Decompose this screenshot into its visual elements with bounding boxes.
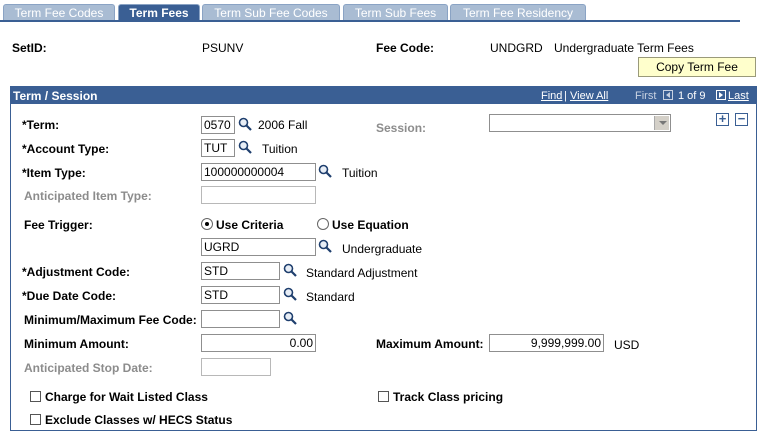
currency-code: USD — [614, 338, 640, 352]
item-type-description: Tuition — [342, 166, 378, 180]
adjustment-code-label: *Adjustment Code: — [22, 265, 130, 279]
use-equation-radio[interactable] — [317, 218, 329, 230]
copy-term-fee-button[interactable]: Copy Term Fee — [638, 57, 756, 77]
exclude-hecs-checkbox[interactable] — [30, 414, 41, 425]
term-session-panel: Term / Session Find | View All First 1 o… — [10, 86, 757, 431]
use-criteria-label: Use Criteria — [216, 218, 284, 232]
adjustment-code-lookup-icon[interactable] — [283, 263, 297, 277]
due-date-code-label: *Due Date Code: — [22, 289, 117, 303]
account-type-lookup-icon[interactable] — [238, 140, 252, 154]
setid-label: SetID: — [12, 41, 47, 55]
adjustment-code-input[interactable]: STD — [201, 262, 280, 280]
next-arrow-icon[interactable] — [716, 90, 726, 100]
adjustment-code-description: Standard Adjustment — [306, 266, 418, 280]
anticipated-item-type-input[interactable] — [201, 186, 316, 204]
chevron-down-icon[interactable] — [654, 116, 669, 130]
minmax-fee-code-label: Minimum/Maximum Fee Code: — [24, 313, 197, 327]
tab-term-fee-codes[interactable]: Term Fee Codes — [3, 4, 115, 21]
anticipated-stop-date-input[interactable] — [201, 358, 271, 376]
find-link[interactable]: Find — [541, 90, 562, 102]
session-select[interactable] — [489, 114, 671, 132]
maximum-amount-label: Maximum Amount: — [376, 337, 484, 351]
minimum-amount-label: Minimum Amount: — [24, 337, 129, 351]
anticipated-item-type-label: Anticipated Item Type: — [24, 189, 152, 203]
fee-trigger-label: Fee Trigger: — [24, 218, 93, 232]
first-label: First — [635, 90, 657, 102]
due-date-code-description: Standard — [306, 290, 355, 304]
term-description: 2006 Fall — [258, 118, 308, 132]
panel-header: Term / Session Find | View All First 1 o… — [11, 87, 756, 104]
account-type-input[interactable]: TUT — [201, 139, 235, 157]
fee-code-label: Fee Code: — [376, 41, 435, 55]
session-label: Session: — [376, 121, 427, 135]
charge-wait-listed-checkbox[interactable] — [30, 391, 41, 402]
fee-code-value: UNDGRD — [490, 41, 543, 55]
fee-code-description: Undergraduate Term Fees — [554, 41, 694, 55]
charge-wait-listed-label: Charge for Wait Listed Class — [45, 390, 208, 404]
panel-title: Term / Session — [13, 89, 98, 103]
track-class-pricing-label: Track Class pricing — [393, 390, 504, 404]
item-type-label: *Item Type: — [22, 166, 86, 180]
use-equation-label: Use Equation — [332, 218, 409, 232]
term-lookup-icon[interactable] — [238, 117, 252, 131]
maximum-amount-input[interactable]: 9,999,999.00 — [489, 334, 604, 352]
item-type-lookup-icon[interactable] — [318, 164, 332, 178]
term-input[interactable]: 0570 — [201, 116, 235, 134]
tab-term-fee-residency[interactable]: Term Fee Residency — [450, 4, 586, 21]
minmax-fee-code-lookup-icon[interactable] — [283, 311, 297, 325]
tab-term-sub-fees[interactable]: Term Sub Fees — [343, 4, 448, 21]
tab-term-sub-fee-codes[interactable]: Term Sub Fee Codes — [202, 4, 340, 21]
minimum-amount-input[interactable]: 0.00 — [201, 334, 316, 352]
term-label: *Term: — [22, 118, 60, 132]
criteria-lookup-icon[interactable] — [318, 239, 332, 253]
row-position: 1 of 9 — [678, 90, 706, 102]
due-date-code-input[interactable]: STD — [201, 286, 280, 304]
item-type-input[interactable]: 100000000004 — [201, 163, 316, 181]
anticipated-stop-date-label: Anticipated Stop Date: — [24, 361, 153, 375]
account-type-label: *Account Type: — [22, 142, 110, 156]
prev-arrow-icon[interactable] — [663, 90, 673, 100]
setid-value: PSUNV — [202, 41, 244, 55]
use-criteria-radio[interactable] — [201, 218, 213, 230]
tab-bar-divider — [0, 20, 740, 22]
delete-row-button[interactable]: − — [735, 112, 748, 126]
nav-separator: | — [564, 90, 567, 102]
track-class-pricing-checkbox[interactable] — [378, 391, 389, 402]
minmax-fee-code-input[interactable] — [201, 310, 280, 328]
last-link[interactable]: Last — [728, 90, 749, 102]
due-date-code-lookup-icon[interactable] — [283, 287, 297, 301]
criteria-description: Undergraduate — [342, 242, 423, 256]
view-all-link[interactable]: View All — [570, 90, 608, 102]
exclude-hecs-label: Exclude Classes w/ HECS Status — [45, 413, 233, 427]
account-type-description: Tuition — [262, 142, 298, 156]
add-row-button[interactable]: + — [716, 112, 729, 126]
criteria-input[interactable]: UGRD — [201, 238, 316, 256]
